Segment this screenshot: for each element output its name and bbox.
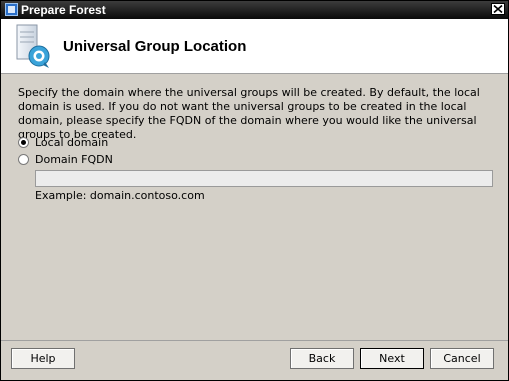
wizard-content: Specify the domain where the universal g… xyxy=(1,74,508,340)
group-server-icon xyxy=(15,24,53,70)
cancel-button[interactable]: Cancel xyxy=(430,348,494,369)
local-domain-radio[interactable] xyxy=(18,137,29,148)
description-text: Specify the domain where the universal g… xyxy=(18,86,480,141)
domain-fqdn-input[interactable] xyxy=(35,170,493,187)
app-icon xyxy=(5,3,18,16)
close-button[interactable] xyxy=(491,3,505,15)
help-button[interactable]: Help xyxy=(11,348,75,369)
wizard-header: Universal Group Location xyxy=(1,19,508,74)
example-text: Example: domain.contoso.com xyxy=(35,189,205,202)
window-title: Prepare Forest xyxy=(21,3,106,17)
local-domain-label: Local domain xyxy=(35,136,109,149)
title-bar[interactable]: Prepare Forest xyxy=(1,1,508,19)
close-icon xyxy=(493,5,503,13)
page-title: Universal Group Location xyxy=(63,38,247,55)
domain-fqdn-option[interactable]: Domain FQDN xyxy=(18,153,113,166)
domain-fqdn-label: Domain FQDN xyxy=(35,153,113,166)
back-button[interactable]: Back xyxy=(290,348,354,369)
local-domain-option[interactable]: Local domain xyxy=(18,136,108,149)
prepare-forest-dialog: Prepare Forest Universal Group Location … xyxy=(0,0,509,381)
domain-fqdn-radio[interactable] xyxy=(18,154,29,165)
footer-divider xyxy=(1,340,508,341)
next-button[interactable]: Next xyxy=(360,348,424,369)
